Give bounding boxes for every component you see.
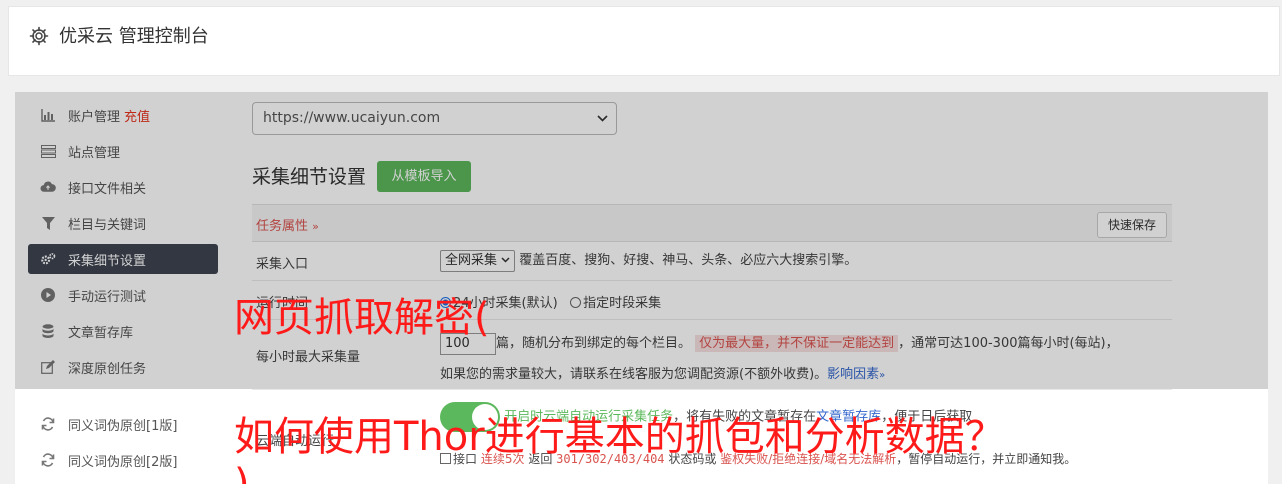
sidebar-item-label: 文章暂存库 <box>68 325 134 341</box>
bar-chart-icon <box>40 107 56 123</box>
sidebar-item-columns-keywords[interactable]: 栏目与关键词 <box>28 208 218 238</box>
sidebar-item-interface-files[interactable]: 接口文件相关 <box>28 172 218 202</box>
chevron-down-icon <box>501 253 510 268</box>
radio-scheduled-label: 指定时段采集 <box>583 296 662 311</box>
sidebar-item-manual-run[interactable]: 手动运行测试 <box>28 280 218 310</box>
watermark-line-2: 如何使用Thor进行基本的抓包和分析数据？ <box>234 414 1005 460</box>
gear-icon <box>29 26 49 46</box>
sidebar-item-label: 接口文件相关 <box>68 181 147 197</box>
sidebar-item-label: 同义词伪原创[1版] <box>68 418 178 434</box>
max-per-hour-label: 每小时最大采集量 <box>256 350 361 365</box>
max-text-1: 篇，随机分布到绑定的每个栏目。 <box>496 336 692 351</box>
site-select-value: https://www.ucaiyun.com <box>263 110 441 126</box>
sidebar-item-label: 深度原创任务 <box>68 361 147 377</box>
quick-save-button[interactable]: 快速保存 <box>1097 212 1167 238</box>
filter-icon <box>40 215 56 231</box>
sidebar-item-label: 账户管理 <box>68 109 121 125</box>
chevron-down-icon <box>597 103 608 146</box>
collect-entry-field: 全网采集 覆盖百度、搜狗、好搜、神马、头条、必应六大搜索引擎。 <box>440 249 857 272</box>
database-icon <box>40 323 56 339</box>
sidebar-item-label: 同义词伪原创[2版] <box>68 454 178 470</box>
sidebar-item-label: 采集细节设置 <box>68 253 147 269</box>
radio-dot <box>570 297 582 308</box>
task-attributes-toggle[interactable]: 任务属性 » <box>256 215 319 234</box>
sidebar-item-synonym-v1[interactable]: 同义词伪原创[1版] <box>28 409 218 439</box>
section-title: 采集细节设置 <box>252 166 367 188</box>
radio-scheduled[interactable]: 指定时段采集 <box>570 296 661 311</box>
play-circle-icon <box>40 287 56 303</box>
influence-factors-label: 影响因素 <box>827 367 880 382</box>
cloud-upload-icon <box>40 179 56 195</box>
max-per-hour-field: 100 篇，随机分布到绑定的每个栏目。 仅为最大量，并不保证一定能达到 ，通常可达1… <box>440 328 1170 391</box>
sidebar-item-label: 栏目与关键词 <box>68 217 147 233</box>
sidebar-item-synonym-v2[interactable]: 同义词伪原创[2版] <box>28 445 218 475</box>
collect-entry-label: 采集入口 <box>256 257 309 272</box>
panel-header: 任务属性 » 快速保存 <box>252 204 1172 242</box>
max-text-3: 如果您的需求量较大，请联系在线客服为您调配资源(不额外收费)。 <box>440 367 828 382</box>
sidebar-item-account[interactable]: 账户管理 充值 <box>28 100 218 130</box>
max-warning: 仅为最大量，并不保证一定能达到 <box>695 335 899 352</box>
sidebar-item-label: 站点管理 <box>68 145 121 161</box>
server-icon <box>40 143 56 159</box>
import-template-button[interactable]: 从模板导入 <box>377 161 471 192</box>
sidebar-item-deep-original[interactable]: 深度原创任务 <box>28 352 218 382</box>
gears-icon <box>40 251 56 267</box>
edit-icon <box>40 359 56 375</box>
top-header: 优采云 管理控制台 <box>8 6 1280 76</box>
double-chevron-down-icon: » <box>312 220 319 233</box>
influence-factors-link[interactable]: 影响因素» <box>827 367 885 382</box>
site-select[interactable]: https://www.ucaiyun.com <box>252 102 617 135</box>
collect-entry-select-value: 全网采集 <box>445 253 498 268</box>
page-title: 优采云 管理控制台 <box>59 26 209 47</box>
row-collect-entry: 采集入口 全网采集 覆盖百度、搜狗、好搜、神马、头条、必应六大搜索引擎。 <box>252 242 1172 281</box>
sidebar-item-article-storage[interactable]: 文章暂存库 <box>28 316 218 346</box>
double-chevron-down-icon: » <box>879 370 886 381</box>
sidebar-item-sites[interactable]: 站点管理 <box>28 136 218 166</box>
refresh-icon <box>40 416 56 432</box>
collect-entry-desc: 覆盖百度、搜狗、好搜、神马、头条、必应六大搜索引擎。 <box>519 253 858 268</box>
task-attributes-label: 任务属性 <box>256 219 309 234</box>
refresh-icon <box>40 452 56 468</box>
watermark-line-3: ) <box>234 461 250 484</box>
sidebar-item-label: 手动运行测试 <box>68 289 147 305</box>
recharge-link[interactable]: 充值 <box>124 106 150 125</box>
watermark-line-1: 网页抓取解密( <box>234 295 490 341</box>
collect-entry-select[interactable]: 全网采集 <box>440 250 516 272</box>
max-text-2: ，通常可达100-300篇每小时(每站)， <box>898 336 1119 351</box>
sidebar-item-collect-settings[interactable]: 采集细节设置 <box>28 244 218 274</box>
